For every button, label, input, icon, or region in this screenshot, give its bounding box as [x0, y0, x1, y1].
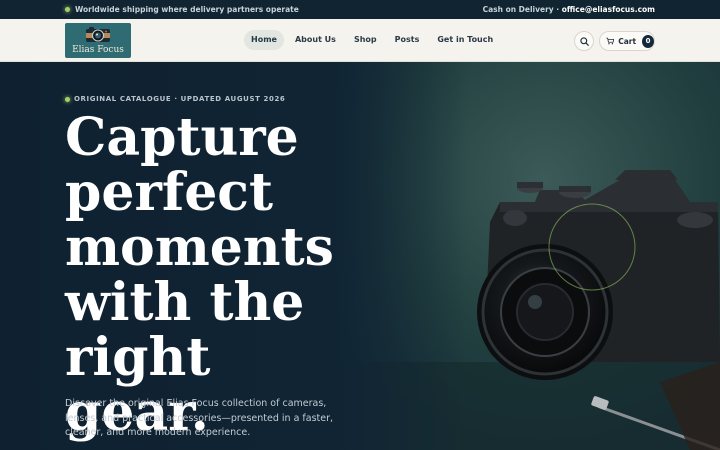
hero-description: Discover the original Elias Focus collec… [65, 398, 334, 438]
eyebrow-text: ORIGINAL CATALOGUE · UPDATED AUGUST 2026 [74, 95, 286, 103]
cart-button[interactable]: Cart 0 [599, 31, 655, 51]
main-nav: Home About Us Shop Posts Get in Touch [244, 30, 500, 50]
email-link[interactable]: office@eliasfocus.com [562, 5, 655, 14]
brand-logo[interactable]: Elias Focus [65, 23, 131, 58]
headline-line: with the [65, 272, 305, 333]
hero-headline: Capture perfect moments with the right g… [65, 110, 365, 440]
headline-line: Capture [65, 107, 299, 168]
search-button[interactable] [574, 31, 594, 51]
shipping-text: Worldwide shipping where delivery partne… [75, 5, 299, 14]
site-header: Elias Focus Home About Us Shop Posts Get… [0, 19, 720, 62]
shipping-notice: Worldwide shipping where delivery partne… [65, 5, 299, 14]
headline-line: moments [65, 217, 334, 278]
cart-icon [606, 37, 615, 45]
nav-about-us[interactable]: About Us [288, 30, 343, 50]
headline-line: perfect [65, 162, 273, 223]
announcement-bar: Worldwide shipping where delivery partne… [0, 0, 720, 19]
contact-info: Cash on Delivery · office@eliasfocus.com [483, 5, 655, 14]
live-dot-icon [65, 96, 70, 102]
nav-posts[interactable]: Posts [388, 30, 427, 50]
brand-name: Elias Focus [72, 45, 124, 55]
cart-count-badge: 0 [642, 34, 654, 48]
search-icon [579, 36, 589, 46]
hero-camera-image [330, 62, 720, 450]
status-dot-icon [65, 7, 70, 12]
hero-eyebrow: ORIGINAL CATALOGUE · UPDATED AUGUST 2026 [65, 95, 285, 103]
cart-label: Cart [618, 36, 637, 46]
hero-section: ORIGINAL CATALOGUE · UPDATED AUGUST 2026… [0, 62, 720, 450]
nav-get-in-touch[interactable]: Get in Touch [430, 30, 500, 50]
camera-logo-icon [86, 27, 110, 42]
cod-text: Cash on Delivery · [482, 5, 562, 14]
nav-home[interactable]: Home [244, 30, 284, 50]
nav-shop[interactable]: Shop [347, 30, 384, 50]
